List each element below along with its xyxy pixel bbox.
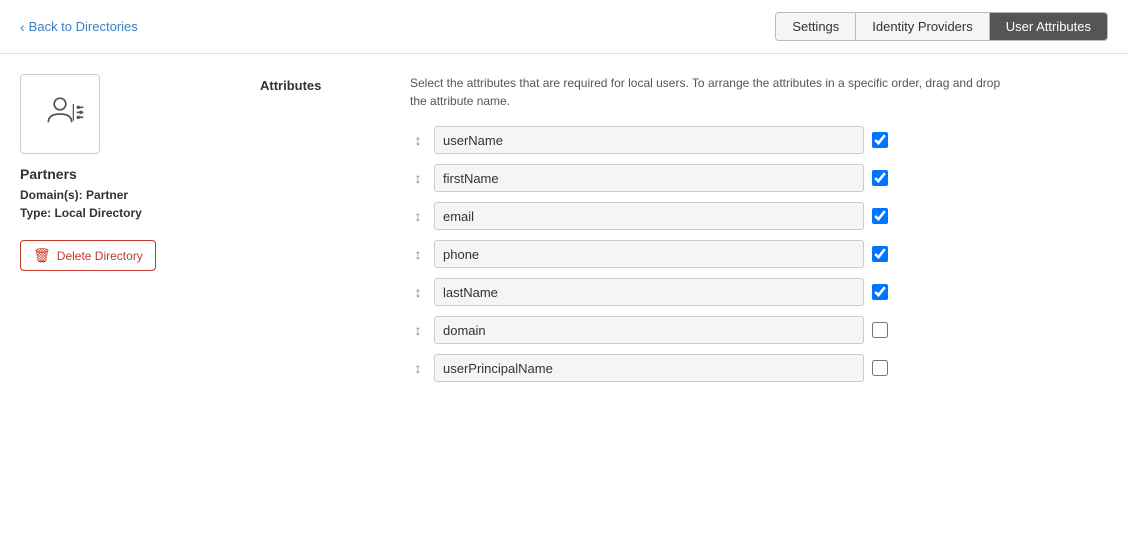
domain-value: Partner [86,188,128,202]
attribute-row: ↕ [410,354,1108,382]
attribute-row: ↕ [410,240,1108,268]
directory-domain: Domain(s): Partner [20,188,220,202]
attribute-row: ↕ [410,316,1108,344]
attribute-name-input [434,126,864,154]
tab-settings[interactable]: Settings [776,13,856,40]
directory-icon [35,89,85,139]
attribute-name-input [434,240,864,268]
drag-handle-icon[interactable]: ↕ [410,284,426,300]
back-to-directories-link[interactable]: ‹ Back to Directories [20,19,138,35]
attribute-row: ↕ [410,164,1108,192]
type-label: Type: [20,206,51,220]
directory-name: Partners [20,166,220,182]
attribute-rows-container: ↕ ↕ ↕ ↕ ↕ ↕ ↕ [410,126,1108,382]
tab-group: Settings Identity Providers User Attribu… [775,12,1108,41]
drag-handle-icon[interactable]: ↕ [410,322,426,338]
domain-label: Domain(s): [20,188,83,202]
attribute-name-input [434,164,864,192]
attribute-checkbox[interactable] [872,246,888,262]
tab-identity-providers[interactable]: Identity Providers [856,13,989,40]
attribute-row: ↕ [410,278,1108,306]
attributes-section: Attributes Select the attributes that ar… [260,74,1108,392]
header: ‹ Back to Directories Settings Identity … [0,0,1128,54]
attribute-checkbox[interactable] [872,360,888,376]
content-area: Attributes Select the attributes that ar… [220,74,1108,392]
attribute-row: ↕ [410,202,1108,230]
attribute-checkbox[interactable] [872,170,888,186]
attribute-checkbox[interactable] [872,132,888,148]
delete-directory-button[interactable]: 🗑 Delete Directory [20,240,156,271]
drag-handle-icon[interactable]: ↕ [410,132,426,148]
sidebar: Partners Domain(s): Partner Type: Local … [20,74,220,392]
attribute-checkbox[interactable] [872,284,888,300]
drag-handle-icon[interactable]: ↕ [410,360,426,376]
directory-icon-container [20,74,100,154]
trash-icon: 🗑 [33,247,51,264]
attribute-checkbox[interactable] [872,208,888,224]
main-content: Partners Domain(s): Partner Type: Local … [0,54,1128,412]
attribute-name-input [434,354,864,382]
drag-handle-icon[interactable]: ↕ [410,246,426,262]
directory-type: Type: Local Directory [20,206,220,220]
attribute-name-input [434,202,864,230]
delete-directory-label: Delete Directory [57,249,143,263]
attribute-row: ↕ [410,126,1108,154]
attribute-checkbox[interactable] [872,322,888,338]
attributes-label: Attributes [260,74,380,392]
back-link-label: Back to Directories [29,19,138,34]
type-value: Local Directory [54,206,141,220]
drag-handle-icon[interactable]: ↕ [410,208,426,224]
tab-user-attributes[interactable]: User Attributes [990,13,1107,40]
back-arrow-icon: ‹ [20,19,25,35]
attributes-body: Select the attributes that are required … [410,74,1108,392]
drag-handle-icon[interactable]: ↕ [410,170,426,186]
attributes-description: Select the attributes that are required … [410,74,1010,110]
attribute-name-input [434,316,864,344]
attribute-name-input [434,278,864,306]
